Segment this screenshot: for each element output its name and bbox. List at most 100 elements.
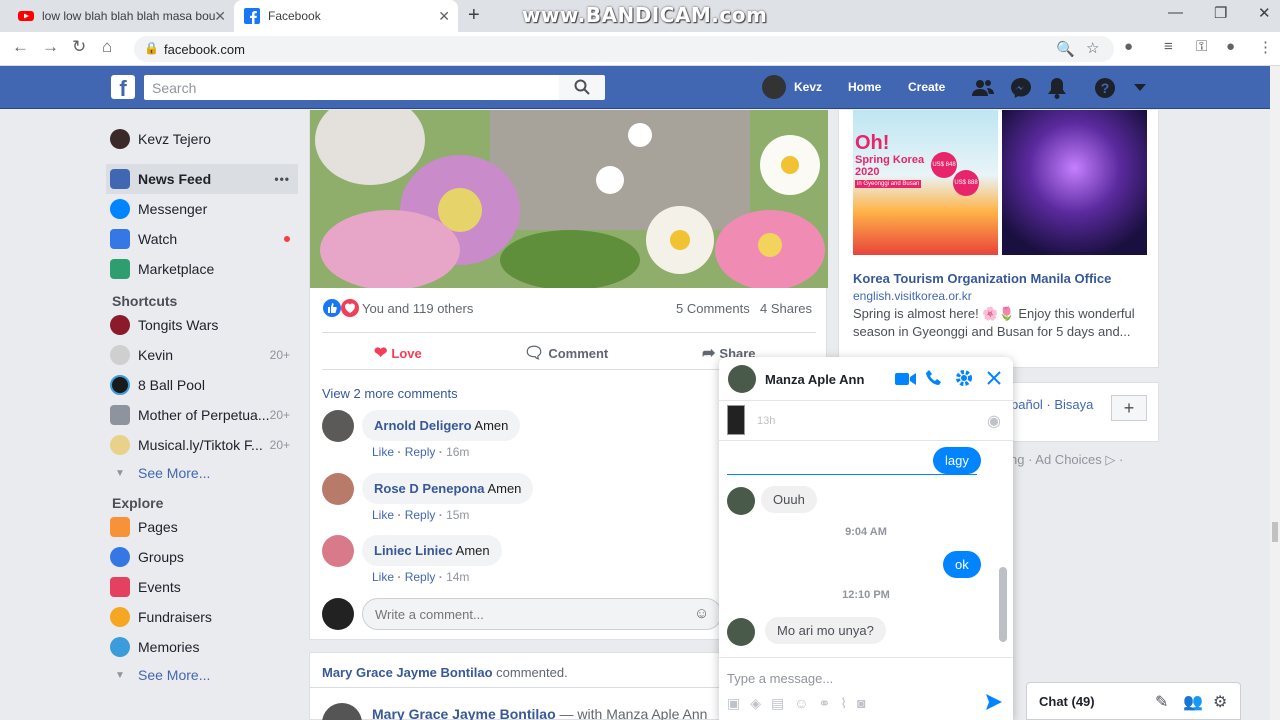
reply-link[interactable]: Reply (405, 508, 436, 522)
like-link[interactable]: Like (372, 570, 394, 584)
more-options-icon[interactable]: ••• (274, 172, 290, 186)
sidebar-item-marketplace[interactable]: Marketplace (106, 254, 298, 284)
reactions-summary[interactable]: You and 119 others (362, 301, 473, 316)
avatar[interactable] (322, 473, 354, 505)
reply-link[interactable]: Reply (405, 445, 436, 459)
attachment-icon[interactable]: ⌇ (840, 695, 847, 715)
search-input[interactable] (144, 75, 560, 100)
language-links[interactable]: pañol · Bisaya (1011, 397, 1093, 412)
like-link[interactable]: Like (372, 445, 394, 459)
gear-icon[interactable] (955, 369, 973, 387)
comment-author[interactable]: Rose D Penepona (374, 481, 485, 496)
ad-title[interactable]: Korea Tourism Organization Manila Office (853, 271, 1111, 286)
comment-author[interactable]: Arnold Deligero (374, 418, 472, 433)
media-icon[interactable]: ≡ (1164, 38, 1173, 55)
photo-icon[interactable]: ▣ (727, 695, 740, 715)
sidebar-item-shortcut[interactable]: Musical.ly/Tiktok F... 20+ (106, 430, 298, 460)
emoji-icon[interactable]: ☺ (694, 605, 709, 622)
see-more-explore[interactable]: ▼ See More... (106, 662, 298, 688)
sidebar-item-pages[interactable]: Pages (106, 512, 298, 542)
avatar[interactable] (322, 410, 354, 442)
post-image[interactable] (310, 110, 828, 288)
back-icon[interactable]: ← (12, 37, 29, 57)
sidebar-item-memories[interactable]: Memories (106, 632, 298, 662)
chat-bar-label[interactable]: Chat (49) (1039, 694, 1095, 709)
home-link[interactable]: Home (848, 80, 881, 94)
account-icon[interactable]: ● (1226, 38, 1235, 55)
chat-scrollbar[interactable] (999, 567, 1007, 642)
sidebar-item-news-feed[interactable]: News Feed ••• (106, 164, 298, 194)
ad-image[interactable] (1002, 110, 1147, 255)
phone-call-icon[interactable] (925, 369, 943, 387)
sidebar-item-watch[interactable]: Watch (106, 224, 298, 254)
menu-icon[interactable]: ⋮ (1258, 38, 1273, 56)
forward-icon[interactable]: → (42, 37, 59, 57)
sidebar-item-groups[interactable]: Groups (106, 542, 298, 572)
page-scrollbar-track[interactable] (1270, 66, 1280, 720)
sidebar-item-shortcut[interactable]: Tongits Wars (106, 310, 298, 340)
comments-count[interactable]: 5 Comments (676, 301, 750, 316)
avatar[interactable] (728, 365, 756, 393)
chat-header[interactable]: Manza Aple Ann (719, 357, 1013, 401)
close-icon[interactable] (987, 371, 1001, 385)
window-close-icon[interactable]: ✕ (1258, 4, 1271, 22)
extension-icon[interactable]: ● (1124, 38, 1133, 55)
maximize-icon[interactable]: ❐ (1214, 4, 1227, 22)
lock-icon[interactable]: 🔒 (144, 41, 159, 55)
address-bar[interactable]: 🔒 facebook.com 🔍 ☆ (134, 36, 1114, 62)
post-author[interactable]: Mary Grace Jayme Bontilao (372, 706, 556, 720)
message-outgoing[interactable]: ok (943, 551, 981, 578)
browser-tab-facebook[interactable]: Facebook ✕ (234, 0, 458, 32)
emoji-icon[interactable]: ☺ (794, 695, 808, 715)
minimize-icon[interactable]: — (1168, 4, 1183, 21)
see-more-shortcuts[interactable]: ▼ See More... (106, 460, 298, 486)
browser-tab-youtube[interactable]: low low blah blah blah masa bou ✕ (8, 0, 234, 32)
gear-icon[interactable]: ⚙ (1213, 692, 1227, 712)
reload-icon[interactable]: ↻ (72, 37, 86, 57)
notifications-bell-icon[interactable] (1047, 77, 1067, 99)
link-icon[interactable]: ⚭ (819, 695, 831, 715)
comment-input[interactable] (362, 598, 722, 630)
page-scrollbar-thumb[interactable] (1272, 522, 1278, 542)
message-outgoing[interactable]: lagy (933, 447, 981, 474)
sidebar-item-fundraisers[interactable]: Fundraisers (106, 602, 298, 632)
message-incoming[interactable]: Ouuh (761, 486, 817, 513)
shares-count[interactable]: 4 Shares (760, 301, 812, 316)
chat-sidebar-bar[interactable]: Chat (49) ✎ 👥 ⚙ (1026, 682, 1241, 720)
account-menu-chevron-down-icon[interactable] (1134, 84, 1146, 92)
sidebar-item-shortcut[interactable]: Kevin 20+ (106, 340, 298, 370)
comment-button[interactable]: 🗨 Comment (524, 343, 608, 363)
sidebar-item-events[interactable]: Events (106, 572, 298, 602)
messenger-icon[interactable] (1010, 77, 1032, 99)
search-button[interactable] (559, 75, 605, 100)
sidebar-item-profile[interactable]: Kevz Tejero (106, 124, 298, 154)
message-input[interactable] (727, 667, 997, 689)
reply-link[interactable]: Reply (405, 570, 436, 584)
camera-icon[interactable]: ◙ (857, 695, 865, 715)
like-link[interactable]: Like (372, 508, 394, 522)
comment-time[interactable]: 15m (446, 508, 469, 522)
add-language-button[interactable]: + (1111, 395, 1147, 421)
sticker-icon[interactable]: ◈ (750, 695, 761, 715)
gif-icon[interactable]: ▤ (771, 695, 784, 715)
comment-time[interactable]: 16m (446, 445, 469, 459)
view-more-comments-link[interactable]: View 2 more comments (322, 386, 458, 401)
profile-link[interactable]: Kevz (762, 75, 822, 99)
media-thumbnail[interactable] (727, 405, 745, 435)
new-message-icon[interactable]: ✎ (1155, 692, 1168, 712)
bookmark-star-icon[interactable]: ☆ (1086, 39, 1099, 57)
create-group-icon[interactable]: 👥 (1183, 692, 1203, 712)
avatar[interactable] (322, 535, 354, 567)
comment-time[interactable]: 14m (446, 570, 469, 584)
help-icon[interactable]: ? (1094, 77, 1116, 99)
new-tab-icon[interactable]: + (468, 4, 480, 27)
zoom-icon[interactable]: 🔍 (1056, 40, 1075, 58)
key-icon[interactable]: ⚿ (1196, 38, 1207, 55)
create-link[interactable]: Create (908, 80, 945, 94)
home-icon[interactable]: ⌂ (102, 37, 112, 57)
facebook-logo-icon[interactable]: f (111, 75, 135, 99)
reaction-icons[interactable] (322, 298, 360, 318)
send-icon[interactable] (985, 693, 1003, 711)
friend-requests-icon[interactable] (972, 78, 994, 98)
ad-image[interactable]: Oh! Spring Korea 2020 in Gyeonggi and Bu… (853, 110, 998, 255)
